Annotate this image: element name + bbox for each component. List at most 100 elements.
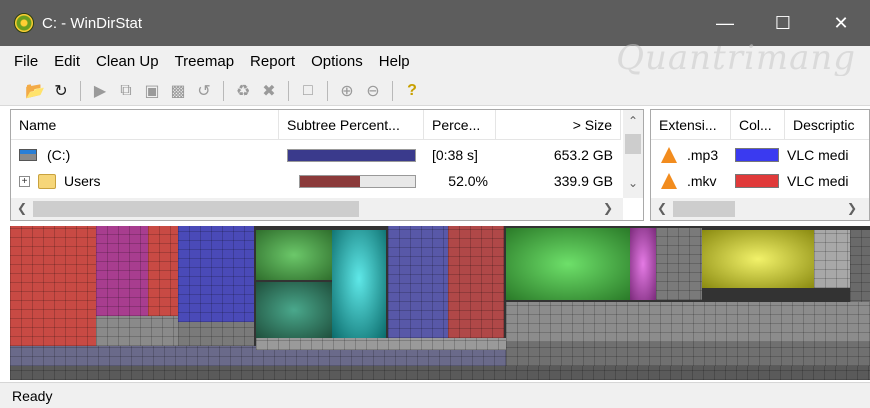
menu-help[interactable]: Help	[379, 53, 410, 70]
column-color[interactable]: Col...	[731, 110, 785, 140]
treemap-block[interactable]	[256, 338, 506, 350]
row-name: (C:)	[47, 147, 71, 163]
directory-list-header: Name Subtree Percent... Perce... > Size	[11, 110, 621, 140]
scroll-left-icon[interactable]: ❮	[17, 201, 27, 215]
column-percent[interactable]: Perce...	[424, 110, 496, 140]
row-size: 339.9 GB	[553, 173, 613, 189]
scroll-up-icon[interactable]: ⌃	[628, 114, 638, 128]
zoom-out-icon[interactable]: ⊖	[360, 79, 386, 103]
treemap-block[interactable]	[178, 226, 254, 322]
folder-icon[interactable]: □	[295, 79, 321, 103]
treemap-block[interactable]	[256, 282, 332, 338]
column-size[interactable]: > Size	[496, 110, 621, 140]
table-row[interactable]: .mp3 VLC medi	[651, 142, 865, 168]
table-row[interactable]: + Users 52.0% 339.9 GB	[11, 168, 621, 194]
subtree-percent-fill	[300, 175, 360, 187]
menu-options[interactable]: Options	[311, 53, 363, 70]
scroll-thumb[interactable]	[33, 201, 359, 217]
recycle-icon[interactable]: ♻	[230, 79, 256, 103]
treemap-block[interactable]	[506, 302, 870, 342]
treemap-block[interactable]	[10, 366, 870, 380]
toolbar-separator	[223, 80, 224, 101]
extension-list[interactable]: Extensi... Col... Descriptic .mp3 VLC me…	[650, 109, 870, 221]
treemap-block[interactable]	[702, 230, 814, 288]
directory-list[interactable]: Name Subtree Percent... Perce... > Size …	[10, 109, 644, 221]
treemap-block[interactable]	[256, 230, 332, 280]
column-description[interactable]: Descriptic	[785, 110, 869, 140]
treemap-block[interactable]	[148, 226, 178, 316]
vlc-icon	[661, 147, 677, 163]
toolbar-separator	[392, 80, 393, 101]
row-description: VLC medi	[787, 173, 849, 189]
treemap-block[interactable]	[630, 228, 656, 300]
window-title: C: - WinDirStat	[42, 14, 143, 32]
menu-edit[interactable]: Edit	[54, 53, 80, 70]
refresh-selected-icon[interactable]: ↺	[191, 79, 217, 103]
treemap-block[interactable]	[506, 228, 630, 300]
toolbar-separator	[327, 80, 328, 101]
scroll-left-icon[interactable]: ❮	[657, 201, 667, 215]
subtree-percent-bar	[299, 174, 416, 188]
treemap-view[interactable]	[10, 226, 870, 380]
vertical-scrollbar[interactable]: ⌃ ⌄	[623, 110, 643, 198]
menu-report[interactable]: Report	[250, 53, 295, 70]
treemap-block[interactable]	[178, 322, 254, 346]
treemap-block[interactable]	[332, 230, 386, 338]
menu-clean-up[interactable]: Clean Up	[96, 53, 159, 70]
column-extension[interactable]: Extensi...	[651, 110, 731, 140]
toolbar-separator	[288, 80, 289, 101]
column-name[interactable]: Name	[11, 110, 279, 140]
cmd-icon[interactable]: ▩	[165, 79, 191, 103]
treemap-block[interactable]	[656, 228, 702, 300]
treemap-block[interactable]	[850, 230, 870, 310]
subtree-percent-fill	[288, 149, 415, 161]
drive-icon	[19, 149, 37, 161]
scroll-thumb[interactable]	[673, 201, 735, 217]
folder-icon	[38, 173, 56, 189]
windirstat-app-icon	[14, 13, 34, 33]
explorer-icon[interactable]: ▣	[139, 79, 165, 103]
menu-treemap[interactable]: Treemap	[175, 53, 234, 70]
table-row[interactable]: .mkv VLC medi	[651, 168, 865, 194]
treemap-block[interactable]	[388, 226, 448, 338]
toolbar-separator	[80, 80, 81, 101]
horizontal-scrollbar[interactable]: ❮ ❯	[651, 198, 869, 220]
treemap-block[interactable]	[506, 342, 870, 366]
treemap-block[interactable]	[814, 230, 850, 288]
row-description: VLC medi	[787, 147, 849, 163]
play-icon[interactable]: ▶	[87, 79, 113, 103]
subtree-percent-bar	[287, 148, 416, 162]
treemap-block[interactable]	[96, 226, 148, 316]
row-extension: .mp3	[687, 147, 719, 163]
row-size: 653.2 GB	[553, 147, 613, 163]
row-extension: .mkv	[687, 173, 717, 189]
copy-icon[interactable]: ⧉	[113, 79, 139, 103]
scroll-thumb[interactable]	[625, 134, 641, 154]
extension-color-swatch	[735, 174, 779, 188]
extension-color-swatch	[735, 148, 779, 162]
vlc-icon	[661, 173, 677, 189]
treemap-block[interactable]	[96, 316, 178, 346]
scroll-right-icon[interactable]: ❯	[603, 201, 613, 215]
open-icon[interactable]: 📂	[22, 79, 48, 103]
status-bar: Ready	[0, 382, 870, 408]
horizontal-scrollbar[interactable]: ❮ ❯	[11, 198, 623, 220]
treemap-block[interactable]	[448, 226, 504, 338]
row-name: Users	[64, 173, 101, 189]
zoom-in-icon[interactable]: ⊕	[334, 79, 360, 103]
scroll-down-icon[interactable]: ⌄	[628, 176, 638, 190]
delete-icon[interactable]: ✖	[256, 79, 282, 103]
expand-icon[interactable]: +	[19, 175, 30, 187]
row-percent: 52.0%	[448, 173, 488, 189]
scroll-right-icon[interactable]: ❯	[847, 201, 857, 215]
row-percent: [0:38 s]	[432, 147, 478, 163]
table-row[interactable]: (C:) [0:38 s] 653.2 GB	[11, 142, 621, 168]
help-icon[interactable]: ?	[399, 79, 425, 103]
refresh-icon[interactable]: ↻	[48, 79, 74, 103]
menu-file[interactable]: File	[14, 53, 38, 70]
treemap-block[interactable]	[10, 226, 96, 346]
toolbar: 📂 ↻ ▶ ⧉ ▣ ▩ ↺ ♻ ✖ □ ⊕ ⊖ ?	[0, 76, 870, 106]
watermark-logo: Quantrimang	[616, 38, 856, 78]
column-subtree-percent[interactable]: Subtree Percent...	[279, 110, 424, 140]
extension-list-header: Extensi... Col... Descriptic	[651, 110, 869, 140]
